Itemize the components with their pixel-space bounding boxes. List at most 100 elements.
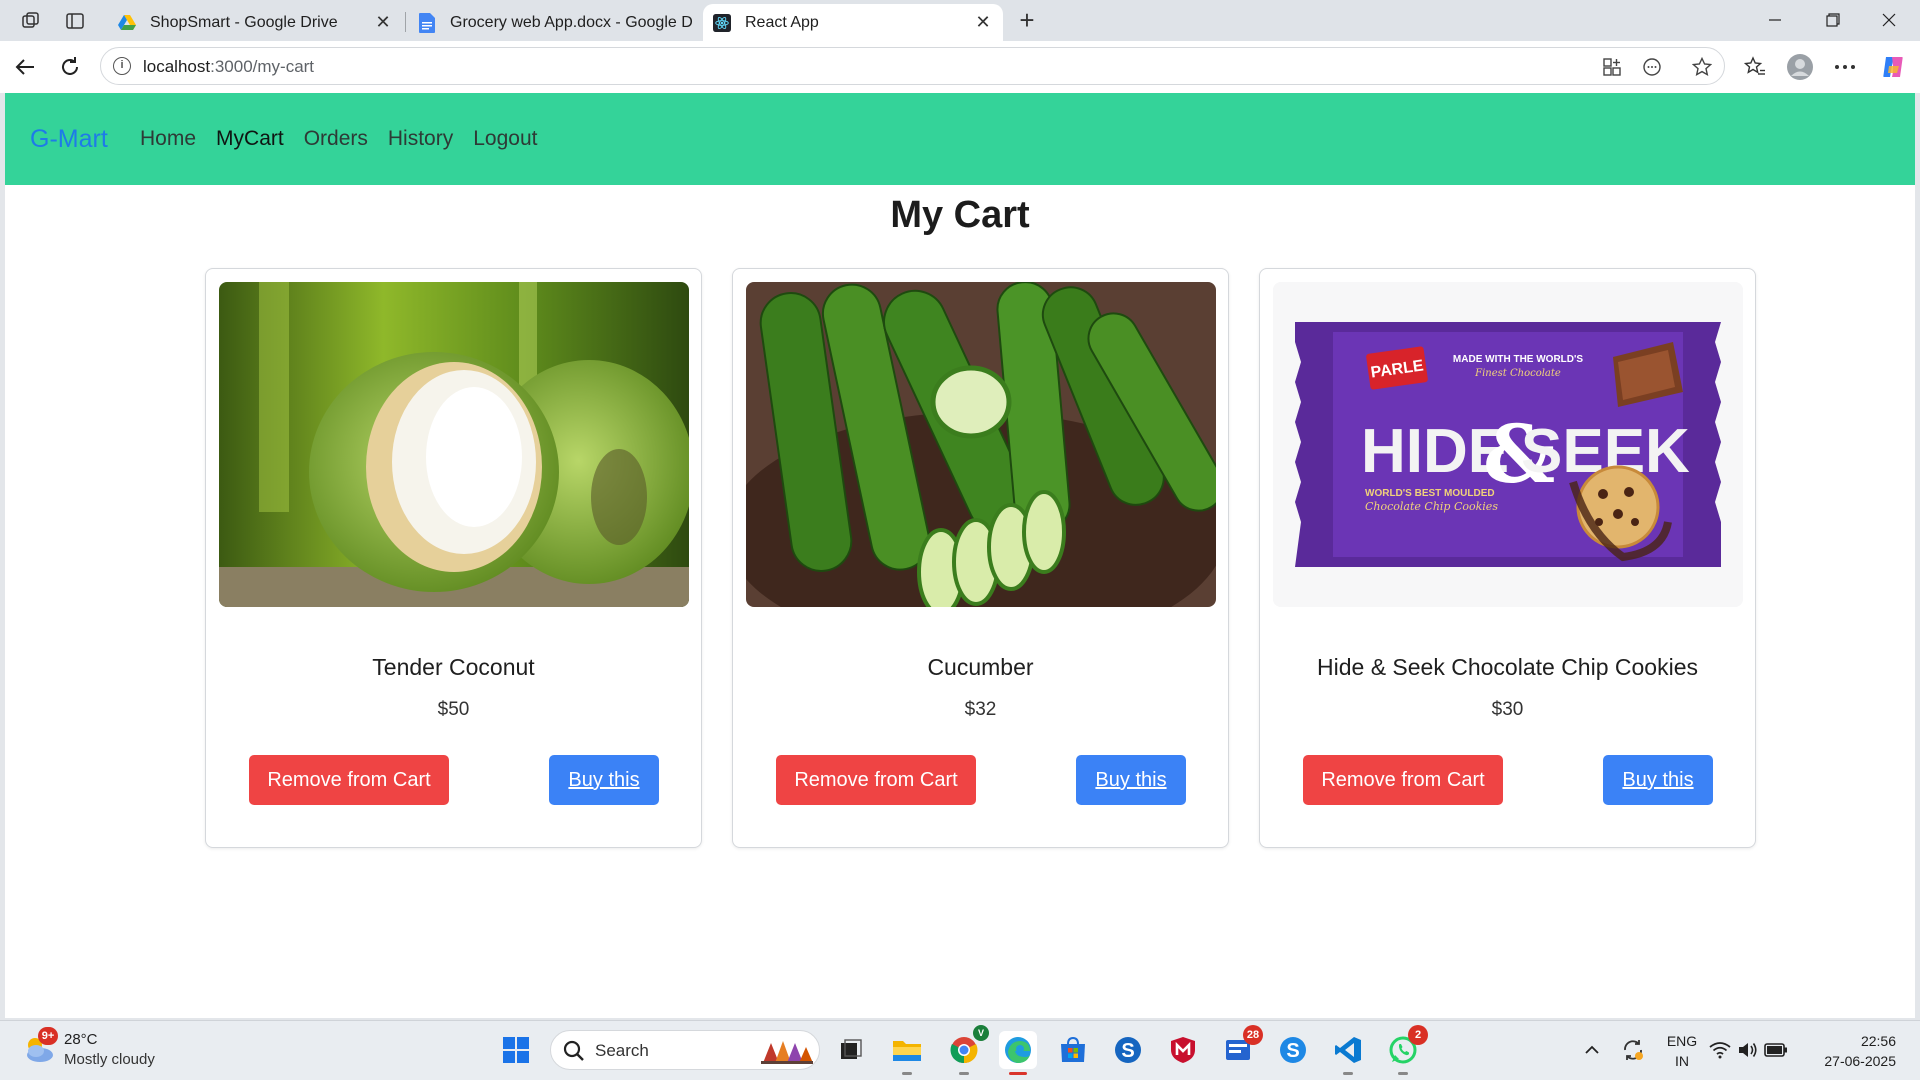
running-indicator <box>1343 1072 1353 1075</box>
profile-avatar-icon[interactable] <box>1785 52 1815 82</box>
windows-start-icon[interactable] <box>497 1031 535 1069</box>
language-indicator[interactable]: ENG <box>1662 1033 1702 1049</box>
tab-shopsmart-drive[interactable]: ShopSmart - Google Drive ✕ <box>108 4 403 41</box>
close-tab-icon[interactable]: ✕ <box>973 12 993 33</box>
mcafee-icon[interactable] <box>1164 1031 1202 1069</box>
item-name: Hide & Seek Chocolate Chip Cookies <box>1317 654 1698 680</box>
nav-links: Home MyCart Orders History Logout <box>140 127 537 151</box>
tab-title: ShopSmart - Google Drive <box>150 13 338 31</box>
weather-temperature[interactable]: 28°C <box>64 1031 98 1048</box>
restore-icon[interactable] <box>1810 6 1856 36</box>
weather-condition[interactable]: Mostly cloudy <box>64 1051 155 1068</box>
url-host: localhost <box>143 57 211 76</box>
coconut-image <box>219 282 689 607</box>
chevron-up-icon[interactable] <box>1573 1031 1611 1069</box>
task-view-icon[interactable] <box>832 1031 870 1069</box>
react-icon <box>713 13 731 32</box>
clock-date[interactable]: 27-06-2025 <box>1800 1053 1896 1069</box>
notification-badge: 28 <box>1243 1025 1263 1045</box>
copilot-icon[interactable] <box>1878 52 1908 82</box>
clock-time[interactable]: 22:56 <box>1800 1033 1896 1049</box>
buy-this-button[interactable]: Buy this <box>1603 755 1713 805</box>
microsoft-store-icon[interactable] <box>1054 1031 1092 1069</box>
favorites-icon[interactable] <box>1740 52 1770 82</box>
pack-side: WORLD'S BEST MOULDED <box>1365 488 1495 499</box>
item-name: Tender Coconut <box>372 654 535 680</box>
app-available-icon[interactable] <box>1601 56 1623 78</box>
battery-icon[interactable] <box>1763 1031 1789 1069</box>
file-explorer-icon[interactable] <box>888 1031 926 1075</box>
whatsapp-icon[interactable]: 2 <box>1384 1025 1428 1075</box>
running-indicator <box>902 1072 912 1075</box>
item-name: Cucumber <box>927 654 1034 680</box>
notification-badge: 2 <box>1408 1025 1428 1045</box>
site-info-icon[interactable]: i <box>113 57 131 75</box>
windows-taskbar: 9+ 28°C Mostly cloudy Search V S 28 S 2 … <box>0 1020 1920 1080</box>
item-price: $30 <box>1491 699 1524 720</box>
workspaces-icon[interactable] <box>18 8 44 34</box>
running-indicator <box>1398 1072 1408 1075</box>
refresh-icon[interactable] <box>55 52 85 82</box>
app-navbar: G-Mart Home MyCart Orders History Logout <box>5 93 1915 185</box>
sync-icon[interactable] <box>1614 1031 1652 1069</box>
url-text[interactable]: localhost:3000/my-cart <box>143 57 314 77</box>
search-icon <box>563 1040 584 1061</box>
cookies-pack-image: PARLE MADE WITH THE WORLD'S Finest Choco… <box>1273 282 1743 607</box>
cart-item-card: Cucumber $32 Remove from Cart Buy this <box>732 268 1229 848</box>
s-app-icon[interactable]: S <box>1109 1031 1147 1069</box>
item-price: $32 <box>964 699 997 720</box>
page-title: My Cart <box>890 194 1030 236</box>
close-tab-icon[interactable]: ✕ <box>373 12 393 33</box>
remove-from-cart-button[interactable]: Remove from Cart <box>1303 755 1503 805</box>
weather-alert-badge: 9+ <box>38 1027 58 1045</box>
remove-from-cart-button[interactable]: Remove from Cart <box>776 755 976 805</box>
active-app-indicator <box>1009 1072 1027 1075</box>
running-indicator <box>959 1072 969 1075</box>
volume-icon[interactable] <box>1735 1031 1761 1069</box>
nav-history[interactable]: History <box>388 127 453 151</box>
region-indicator[interactable]: IN <box>1662 1053 1702 1069</box>
cucumber-image <box>746 282 1216 607</box>
chrome-icon[interactable]: V <box>945 1025 989 1075</box>
cart-item-card: Tender Coconut $50 Remove from Cart Buy … <box>205 268 702 848</box>
brand-logo[interactable]: G-Mart <box>30 125 108 154</box>
reading-view-icon[interactable] <box>1641 56 1663 78</box>
address-bar[interactable]: i localhost:3000/my-cart <box>100 47 1725 85</box>
more-options-icon[interactable] <box>1830 52 1860 82</box>
taskbar-search[interactable]: Search <box>550 1030 820 1070</box>
url-path: :3000/my-cart <box>210 57 315 76</box>
cart-item-card: PARLE MADE WITH THE WORLD'S Finest Choco… <box>1259 268 1756 848</box>
minimize-icon[interactable] <box>1752 6 1798 36</box>
browser-toolbar: i localhost:3000/my-cart <box>0 41 1920 93</box>
vscode-icon[interactable] <box>1329 1031 1367 1075</box>
remove-from-cart-button[interactable]: Remove from Cart <box>249 755 449 805</box>
vertical-tabs-icon[interactable] <box>62 8 88 34</box>
nav-orders[interactable]: Orders <box>304 127 368 151</box>
nav-mycart[interactable]: MyCart <box>216 127 284 151</box>
close-window-icon[interactable] <box>1866 6 1912 36</box>
back-icon[interactable] <box>10 52 40 82</box>
svg-text:S: S <box>1286 1040 1299 1062</box>
wifi-icon[interactable] <box>1707 1031 1733 1069</box>
nav-logout[interactable]: Logout <box>473 127 537 151</box>
item-price: $50 <box>437 699 470 720</box>
todo-app-icon[interactable]: 28 <box>1219 1025 1263 1069</box>
tab-divider <box>405 12 406 32</box>
nav-home[interactable]: Home <box>140 127 196 151</box>
buy-this-button[interactable]: Buy this <box>549 755 659 805</box>
buy-this-button[interactable]: Buy this <box>1076 755 1186 805</box>
google-docs-icon <box>418 12 436 33</box>
tab-title: React App <box>745 13 819 31</box>
search-highlight-icon <box>761 1041 813 1064</box>
s-app-icon[interactable]: S <box>1274 1031 1312 1069</box>
tab-grocery-doc[interactable]: Grocery web App.docx - Google D <box>408 4 703 41</box>
pack-tagline: MADE WITH THE WORLD'S <box>1453 354 1583 365</box>
svg-text:S: S <box>1121 1040 1134 1062</box>
pack-side2: Chocolate Chip Cookies <box>1365 500 1498 513</box>
edge-icon[interactable] <box>999 1031 1037 1075</box>
web-page: G-Mart Home MyCart Orders History Logout… <box>5 93 1915 1018</box>
tab-react-app[interactable]: React App ✕ <box>703 4 1003 41</box>
tab-title: Grocery web App.docx - Google D <box>450 13 693 31</box>
new-tab-button[interactable]: + <box>1012 6 1042 36</box>
favorite-star-icon[interactable] <box>1691 56 1713 78</box>
